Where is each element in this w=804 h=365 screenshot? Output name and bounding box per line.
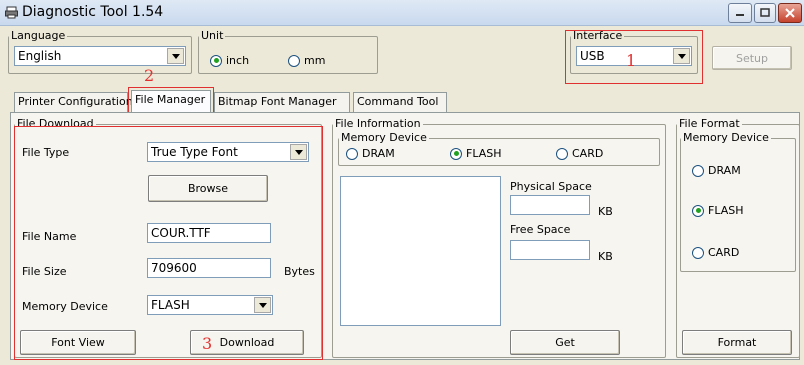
radio-dot (692, 164, 704, 177)
format-button[interactable]: Format (682, 330, 792, 355)
file-format-legend: File Format (679, 117, 740, 130)
info-dram-label: DRAM (362, 147, 395, 160)
unit-mm-radio[interactable]: mm (288, 54, 325, 67)
language-dropdown-arrow[interactable] (167, 48, 184, 64)
info-flash-label: FLASH (466, 147, 502, 160)
radio-dot (210, 54, 222, 67)
physical-space-unit: KB (598, 205, 613, 218)
minimize-button[interactable] (728, 3, 752, 23)
radio-dot (556, 147, 568, 160)
tab-bitmap-font-manager[interactable]: Bitmap Font Manager (214, 92, 350, 112)
radio-dot (450, 147, 462, 160)
font-view-button[interactable]: Font View (20, 330, 136, 355)
file-name-field[interactable]: COUR.TTF (147, 223, 271, 243)
browse-button[interactable]: Browse (148, 175, 268, 202)
annotation-number-2: 2 (144, 66, 155, 85)
close-icon (785, 8, 795, 18)
radio-dot (288, 54, 300, 67)
file-type-value: True Type Font (151, 145, 238, 159)
radio-dot (346, 147, 358, 160)
maximize-button[interactable] (754, 3, 776, 23)
file-list[interactable] (340, 176, 501, 326)
chevron-down-icon (171, 53, 180, 59)
file-size-unit: Bytes (284, 265, 315, 278)
info-card-radio[interactable]: CARD (556, 147, 603, 160)
free-space-label: Free Space (510, 223, 571, 236)
unit-mm-label: mm (304, 54, 326, 67)
annotation-box-2 (128, 87, 214, 114)
file-name-label: File Name (22, 230, 77, 243)
file-type-label: File Type (22, 146, 70, 159)
unit-inch-radio[interactable]: inch (210, 54, 249, 67)
chevron-down-icon (294, 149, 303, 155)
title-bar: Diagnostic Tool 1.54 (0, 0, 804, 26)
file-type-select[interactable]: True Type Font (147, 142, 309, 162)
memory-device-value: FLASH (151, 298, 190, 312)
info-flash-radio[interactable]: FLASH (450, 147, 502, 160)
format-dram-radio[interactable]: DRAM (692, 164, 741, 177)
format-dram-label: DRAM (708, 164, 741, 177)
memory-device-select[interactable]: FLASH (147, 295, 273, 315)
language-value: English (18, 49, 62, 63)
format-card-radio[interactable]: CARD (692, 246, 739, 259)
maximize-icon (760, 8, 770, 17)
download-button-label: Download (219, 336, 275, 349)
unit-group: Unit (198, 30, 378, 74)
printer-icon (5, 6, 18, 19)
close-button[interactable] (778, 3, 802, 23)
memory-device-dropdown-arrow[interactable] (254, 297, 271, 313)
language-select[interactable]: English (14, 46, 186, 66)
physical-space-field (510, 195, 590, 215)
format-memory-device-legend: Memory Device (683, 131, 769, 144)
file-size-field[interactable]: 709600 (147, 258, 271, 278)
radio-dot (692, 204, 704, 217)
annotation-number-3: 3 (202, 334, 213, 353)
info-dram-radio[interactable]: DRAM (346, 147, 395, 160)
info-memory-device-legend: Memory Device (341, 131, 427, 144)
free-space-unit: KB (598, 250, 613, 263)
file-information-legend: File Information (335, 117, 421, 130)
tab-printer-configuration[interactable]: Printer Configuration (14, 92, 133, 112)
annotation-number-1: 1 (626, 51, 637, 70)
memory-device-label: Memory Device (22, 300, 108, 313)
unit-legend: Unit (201, 29, 224, 42)
format-card-label: CARD (708, 246, 740, 259)
format-flash-radio[interactable]: FLASH (692, 204, 744, 217)
minimize-icon (736, 14, 744, 16)
unit-inch-label: inch (226, 54, 250, 67)
free-space-field (510, 240, 590, 260)
file-size-label: File Size (22, 265, 67, 278)
format-flash-label: FLASH (708, 204, 744, 217)
chevron-down-icon (258, 302, 267, 308)
setup-button[interactable]: Setup (712, 46, 792, 70)
window-title: Diagnostic Tool 1.54 (22, 4, 164, 20)
info-card-label: CARD (572, 147, 604, 160)
file-type-dropdown-arrow[interactable] (290, 144, 307, 160)
radio-dot (692, 246, 704, 259)
physical-space-label: Physical Space (510, 180, 592, 193)
get-button[interactable]: Get (510, 330, 620, 355)
language-legend: Language (11, 29, 66, 42)
tab-command-tool[interactable]: Command Tool (353, 92, 447, 112)
